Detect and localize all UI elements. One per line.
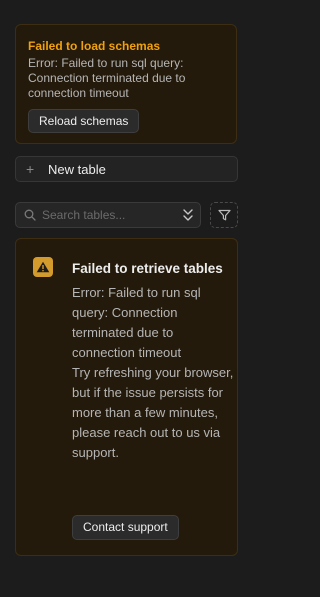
tables-error-title: Failed to retrieve tables [72, 261, 223, 276]
search-tables-input[interactable] [42, 208, 182, 222]
search-tables-field[interactable] [15, 202, 201, 228]
tables-error-hint: Try refreshing your browser, but if the … [72, 365, 234, 460]
new-table-label: New table [48, 161, 106, 177]
tables-error-message: Error: Failed to run sql query: Connecti… [72, 285, 201, 360]
schema-error-panel: Failed to load schemas Error: Failed to … [15, 24, 237, 144]
plus-icon: + [26, 161, 35, 177]
new-table-button[interactable]: + New table [15, 156, 238, 182]
filter-icon [217, 209, 231, 221]
filter-button[interactable] [210, 202, 238, 228]
search-icon [24, 209, 36, 221]
schema-error-message: Error: Failed to run sql query: Connecti… [28, 56, 186, 100]
chevron-up-down-icon[interactable] [182, 208, 194, 222]
warning-icon [33, 257, 53, 277]
tables-error-panel: Failed to retrieve tables Error: Failed … [15, 238, 238, 556]
contact-support-button[interactable]: Contact support [72, 515, 179, 540]
schema-error-title: Failed to load schemas [28, 39, 161, 53]
reload-schemas-button[interactable]: Reload schemas [28, 109, 140, 133]
